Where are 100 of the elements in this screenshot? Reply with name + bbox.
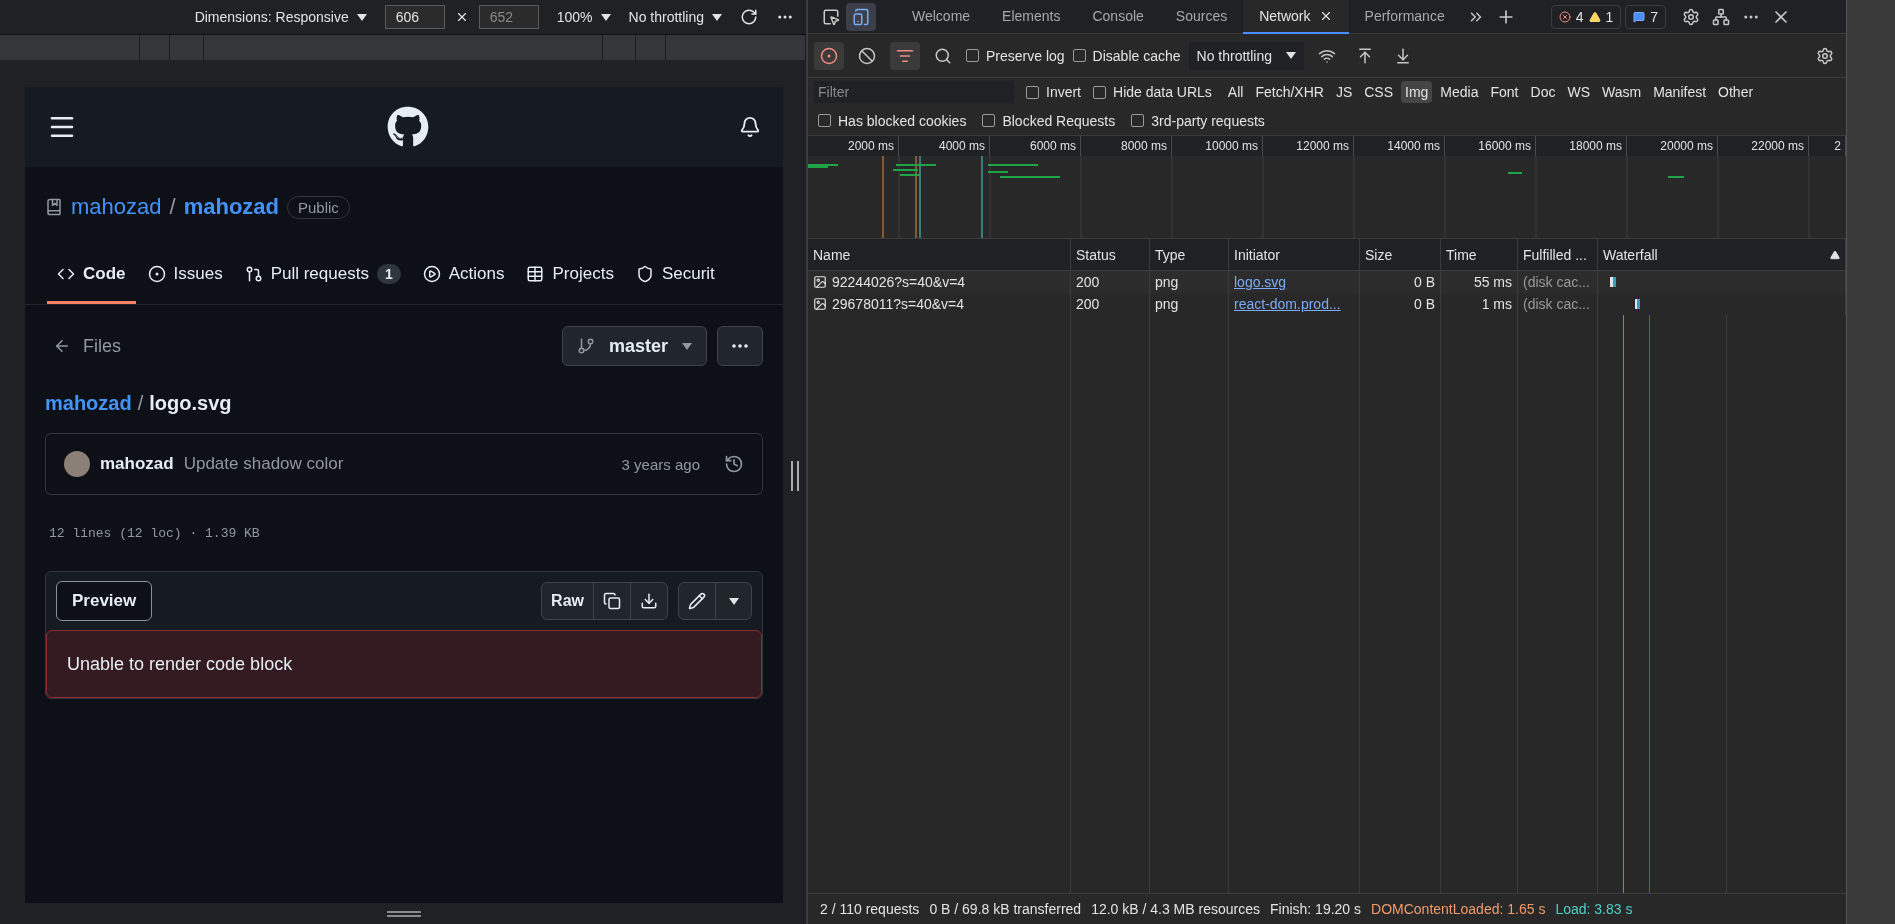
type-filter-button[interactable]: Font <box>1486 81 1523 103</box>
hide-data-urls-checkbox[interactable]: Hide data URLs <box>1093 84 1212 100</box>
filter-option-checkbox[interactable]: Blocked Requests <box>982 112 1116 129</box>
checkbox[interactable] <box>966 49 979 62</box>
repo-link[interactable]: mahozad <box>45 391 132 415</box>
filter-option-checkbox[interactable]: Has blocked cookies <box>818 112 967 129</box>
column-header[interactable]: Size <box>1360 239 1441 270</box>
messages-button[interactable]: 7 <box>1625 4 1667 29</box>
checkbox[interactable] <box>818 114 831 127</box>
history-icon[interactable] <box>724 454 744 474</box>
commit-time: 3 years ago <box>621 455 700 473</box>
type-filter-button[interactable]: Fetch/XHR <box>1251 81 1328 103</box>
pull-request-icon <box>244 265 263 283</box>
issues-button[interactable]: 4 1 <box>1550 4 1622 29</box>
type-filter-button[interactable]: Other <box>1714 81 1758 103</box>
invert-checkbox[interactable]: Invert <box>1026 84 1081 100</box>
table-icon <box>526 265 545 283</box>
resources-size: 12.0 kB / 4.3 MB resources <box>1091 901 1260 917</box>
dimensions-dropdown[interactable]: Dimensions: Responsive <box>194 9 367 25</box>
request-count: 2 / 110 requests <box>820 901 920 917</box>
type-filter-button[interactable]: Manifest <box>1649 81 1711 103</box>
filter-icon[interactable] <box>890 41 920 70</box>
commit-author[interactable]: mahozad <box>100 454 174 474</box>
filter-field[interactable]: Filter <box>814 81 1014 103</box>
column-header[interactable]: Status <box>1071 239 1150 270</box>
table-cell: 0 B <box>1360 293 1441 315</box>
throttling-dropdown[interactable]: No throttling <box>628 9 722 25</box>
caret-icon <box>728 597 739 605</box>
github-logo-icon[interactable] <box>387 106 429 148</box>
column-header[interactable]: Fulfilled ... <box>1518 239 1598 270</box>
caret-icon <box>712 13 722 21</box>
column-header[interactable]: Initiator <box>1229 239 1360 270</box>
file-name: logo.svg <box>149 391 232 415</box>
copy-icon <box>603 592 621 610</box>
type-filter-button[interactable]: Img <box>1401 81 1433 103</box>
zoom-dropdown[interactable]: 100% <box>556 9 611 25</box>
initiator-link[interactable]: react-dom.prod... <box>1234 296 1341 312</box>
more-icon <box>732 344 748 348</box>
files-link[interactable]: Files <box>45 335 121 357</box>
preserve-log-checkbox[interactable]: Preserve log <box>966 47 1065 64</box>
devtools-tab[interactable]: Console <box>1076 0 1160 34</box>
count-label: 1 <box>376 264 401 284</box>
error-icon <box>1558 10 1571 23</box>
repo-tab[interactable]: Securit <box>625 247 725 304</box>
height-field[interactable]: 652 <box>478 5 539 29</box>
devtools-tab[interactable]: Performance <box>1348 0 1461 34</box>
devtools-tab[interactable]: Welcome <box>896 0 987 34</box>
sort-ascending-icon[interactable] <box>1830 249 1840 260</box>
caret-icon <box>682 342 692 350</box>
preview-button[interactable]: Preview <box>56 581 153 621</box>
waterfall-bar <box>1635 299 1640 309</box>
avatar <box>64 451 90 477</box>
filter-option-checkbox[interactable]: 3rd-party requests <box>1131 112 1265 129</box>
checkbox[interactable] <box>1093 85 1106 99</box>
width-field[interactable]: 606 <box>384 5 445 29</box>
type-filter-button[interactable]: CSS <box>1360 81 1397 103</box>
rotate-icon[interactable] <box>740 8 758 26</box>
repo-owner-link[interactable]: mahozad <box>71 194 162 220</box>
devtools-tab[interactable]: Elements <box>986 0 1077 34</box>
device-toggle-icon[interactable] <box>846 2 876 31</box>
column-header[interactable]: Type <box>1150 239 1229 270</box>
repo-tab[interactable]: Actions <box>412 247 515 304</box>
error-message: Unable to render code block <box>46 630 762 698</box>
repo-tab[interactable]: Pull requests 1 <box>234 247 411 304</box>
disable-cache-checkbox[interactable]: Disable cache <box>1072 47 1181 64</box>
column-header[interactable]: Name <box>808 239 1071 270</box>
checkbox[interactable] <box>1131 114 1145 127</box>
checkbox[interactable] <box>1072 49 1086 62</box>
repo-name-link[interactable]: mahozad <box>183 194 279 220</box>
checkbox[interactable] <box>982 114 996 127</box>
commit-message[interactable]: Update shadow color <box>183 454 344 474</box>
type-filter-button[interactable]: Media <box>1436 81 1483 103</box>
devtools-tab[interactable]: Network <box>1243 0 1349 34</box>
repo-icon <box>45 198 63 216</box>
finish-time: Finish: 19.20 s <box>1270 901 1362 917</box>
throttling-dropdown[interactable]: No throttling <box>1188 41 1304 70</box>
download-icon <box>640 592 658 610</box>
type-filter-button[interactable]: Doc <box>1526 81 1560 103</box>
bell-icon[interactable] <box>739 116 761 138</box>
column-header[interactable]: Time <box>1441 239 1518 270</box>
file-info: 12 lines (12 loc) · 1.39 KB <box>48 524 261 543</box>
type-filter-button[interactable]: All <box>1223 81 1248 103</box>
repo-tab[interactable]: Issues <box>137 247 233 304</box>
devtools-tab[interactable]: Sources <box>1159 0 1244 34</box>
resize-handle[interactable] <box>790 460 799 491</box>
initiator-link[interactable]: logo.svg <box>1234 274 1287 290</box>
checkbox[interactable] <box>1026 85 1039 99</box>
image-file-icon <box>813 297 827 311</box>
repo-tab[interactable]: Projects <box>516 247 624 304</box>
resize-handle[interactable] <box>387 910 421 917</box>
branch-button[interactable]: master <box>561 326 707 366</box>
caret-icon <box>600 13 611 21</box>
type-filter-button[interactable]: JS <box>1331 81 1357 103</box>
request-name[interactable]: 29678011?s=40&v=4 <box>808 293 1071 315</box>
waterfall-bar <box>1610 277 1616 287</box>
record-icon[interactable] <box>814 41 844 70</box>
type-filter-button[interactable]: Wasm <box>1598 81 1646 103</box>
repo-tab[interactable]: Code <box>47 247 136 304</box>
type-filter-button[interactable]: WS <box>1563 81 1594 103</box>
pencil-icon <box>688 592 706 610</box>
